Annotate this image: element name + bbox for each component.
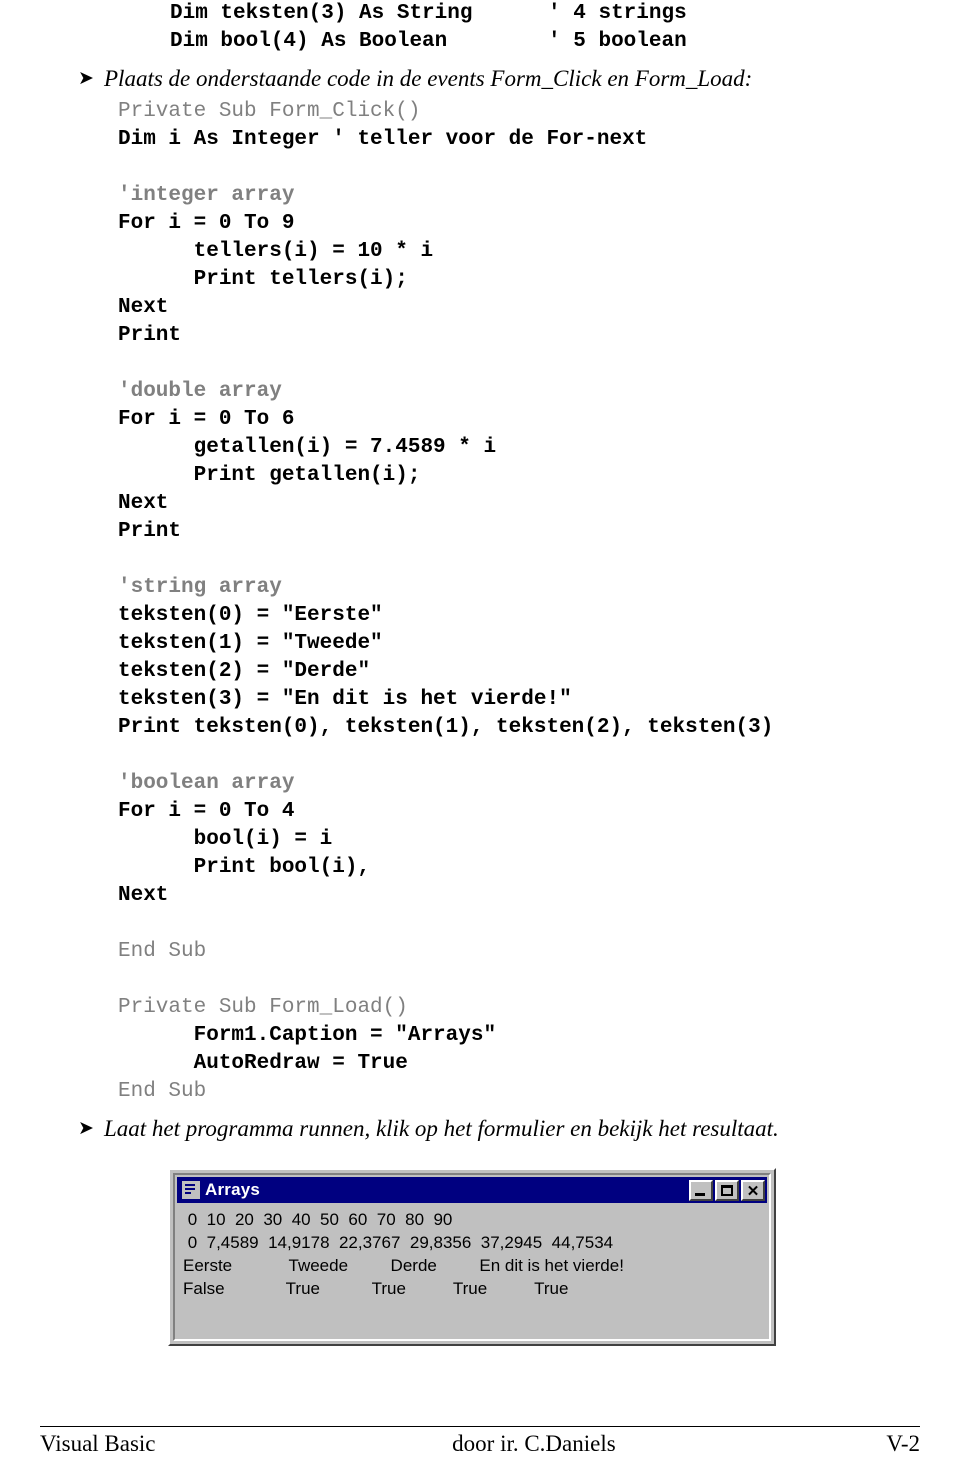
code-line: Print bool(i), — [118, 856, 371, 879]
code-line: Form1.Caption = "Arrays" — [118, 1024, 497, 1047]
code-line: For i = 0 To 4 — [118, 800, 295, 823]
code-line: bool(i) = i — [118, 828, 333, 851]
code-line: Private Sub Form_Load() — [118, 996, 408, 1019]
top-code-line-2: Dim bool(4) As Boolean ' 5 boolean — [170, 30, 687, 53]
code-line: tellers(i) = 10 * i — [118, 240, 434, 263]
code-line: Next — [118, 296, 169, 319]
vb-form-output: 0 10 20 30 40 50 60 70 80 90 0 7,4589 14… — [177, 1203, 767, 1315]
code-line: getallen(i) = 7.4589 * i — [118, 436, 497, 459]
code-line: Print — [118, 324, 182, 347]
form-output-line: Eerste Tweede Derde En dit is het vierde… — [183, 1256, 624, 1275]
code-line: 'integer array — [118, 184, 295, 207]
code-line: 'double array — [118, 380, 282, 403]
form-output-line: 0 7,4589 14,9178 22,3767 29,8356 37,2945… — [183, 1233, 614, 1252]
code-line: teksten(3) = "En dit is het vierde!" — [118, 688, 572, 711]
code-listing: Private Sub Form_Click() Dim i As Integer… — [40, 98, 920, 1106]
footer-left: Visual Basic — [40, 1431, 156, 1456]
instruction-text-1: Plaats de onderstaande code in de events… — [104, 66, 753, 91]
form-output-line: False True True True True — [183, 1279, 569, 1298]
code-line: Next — [118, 492, 169, 515]
footer-center: door ir. C.Daniels — [452, 1431, 616, 1456]
vb-form-window: Arrays ✕ 0 10 20 30 40 50 60 70 80 90 0 … — [168, 1168, 776, 1346]
code-line: Dim i As Integer ' teller voor de For-ne… — [118, 128, 648, 151]
top-code-block: Dim teksten(3) As String ' 4 strings Dim… — [40, 0, 920, 56]
vb-form-client: Arrays ✕ 0 10 20 30 40 50 60 70 80 90 0 … — [173, 1173, 771, 1341]
footer-right: V-2 — [886, 1431, 920, 1456]
document-page: Dim teksten(3) As String ' 4 strings Dim… — [0, 0, 960, 1471]
code-line: Print getallen(i); — [118, 464, 421, 487]
code-line: 'string array — [118, 576, 282, 599]
code-line: Private Sub Form_Click() — [118, 100, 421, 123]
form-output-line: 0 10 20 30 40 50 60 70 80 90 — [183, 1210, 453, 1229]
minimize-button[interactable] — [689, 1179, 713, 1201]
arrow-bullet-icon-2: ➤ — [78, 1117, 94, 1139]
footer-divider — [40, 1426, 920, 1427]
application-icon — [181, 1180, 201, 1200]
maximize-button[interactable] — [715, 1179, 739, 1201]
close-button[interactable]: ✕ — [741, 1179, 765, 1201]
instruction-row-1: ➤ Plaats de onderstaande code in de even… — [40, 65, 920, 92]
window-controls: ✕ — [689, 1179, 765, 1201]
code-line: teksten(0) = "Eerste" — [118, 604, 383, 627]
code-line: For i = 0 To 6 — [118, 408, 295, 431]
code-line: AutoRedraw = True — [118, 1052, 408, 1075]
arrow-bullet-icon: ➤ — [78, 67, 94, 89]
code-line: Next — [118, 884, 169, 907]
vb-form-titlebar: Arrays ✕ — [177, 1177, 767, 1203]
top-code-line-1: Dim teksten(3) As String ' 4 strings — [170, 2, 687, 25]
code-line: teksten(1) = "Tweede" — [118, 632, 383, 655]
code-line: Print — [118, 520, 182, 543]
vb-form-title: Arrays — [205, 1180, 261, 1199]
instruction-text-2: Laat het programma runnen, klik op het f… — [104, 1116, 779, 1141]
code-line: End Sub — [118, 940, 207, 963]
code-line: For i = 0 To 9 — [118, 212, 295, 235]
code-line: Print tellers(i); — [118, 268, 408, 291]
instruction-row-2: ➤ Laat het programma runnen, klik op het… — [40, 1115, 920, 1142]
vb-form-screenshot: Arrays ✕ 0 10 20 30 40 50 60 70 80 90 0 … — [40, 1168, 920, 1346]
page-footer: Visual Basic door ir. C.Daniels V-2 — [0, 1426, 960, 1457]
code-line: End Sub — [118, 1080, 207, 1103]
code-line: Print teksten(0), teksten(1), teksten(2)… — [118, 716, 774, 739]
code-line: 'boolean array — [118, 772, 295, 795]
code-line: teksten(2) = "Derde" — [118, 660, 371, 683]
